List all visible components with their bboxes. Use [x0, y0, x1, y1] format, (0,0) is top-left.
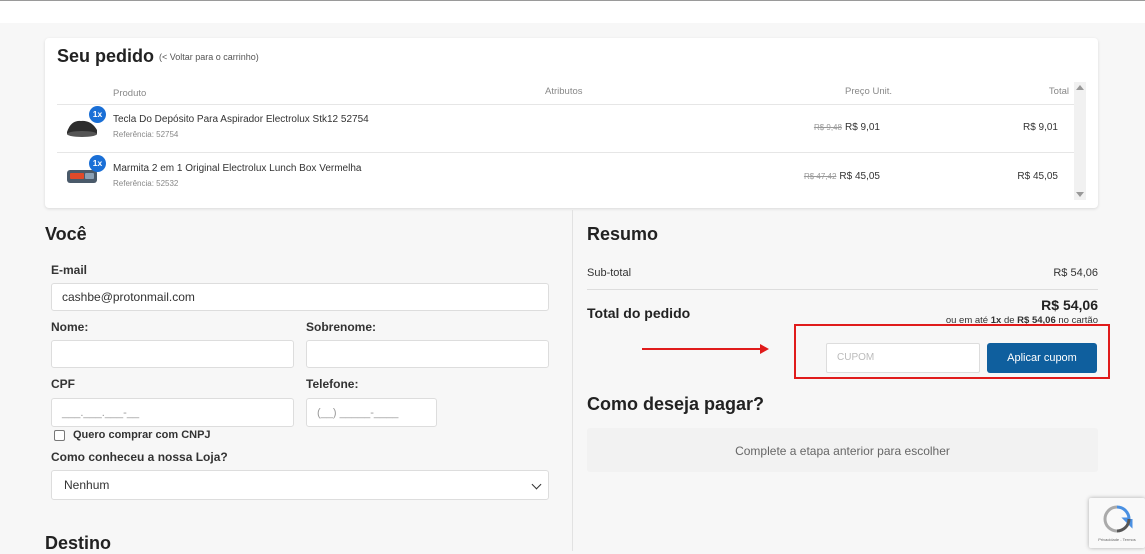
first-name-label: Nome:: [51, 320, 89, 334]
coupon-highlight-box: [794, 324, 1110, 379]
summary-title: Resumo: [587, 224, 659, 244]
table-row: 1x Marmita 2 em 1 Original Electrolux Lu…: [57, 153, 1074, 201]
payment-placeholder-box: Complete a etapa anterior para escolher: [587, 428, 1098, 472]
cnpj-checkbox[interactable]: [54, 430, 65, 441]
annotation-arrow-line: [642, 348, 762, 350]
current-price: R$ 45,05: [839, 171, 880, 182]
last-name-field[interactable]: [306, 340, 549, 368]
current-price: R$ 9,01: [844, 122, 880, 133]
quantity-badge: 1x: [89, 155, 106, 172]
header-total: Total: [1048, 86, 1069, 97]
first-name-field[interactable]: [51, 340, 294, 368]
table-row: 1x Tecla Do Depósito Para Aspirador Elec…: [57, 104, 1074, 152]
source-selected-value: Nenhum: [64, 478, 110, 492]
product-name: Marmita 2 em 1 Original Electrolux Lunch…: [113, 163, 362, 174]
product-name: Tecla Do Depósito Para Aspirador Electro…: [113, 114, 369, 125]
arrow-right-icon: [760, 344, 769, 354]
source-select[interactable]: Nenhum: [51, 470, 549, 500]
unit-price: R$ 47,42 R$ 45,05: [804, 171, 880, 182]
order-summary-card: Seu pedido (< Voltar para o carrinho) Pr…: [45, 38, 1098, 208]
quantity-badge: 1x: [89, 106, 106, 123]
header-product: Produto: [113, 88, 147, 99]
order-total-label: Total do pedido: [587, 305, 691, 321]
source-label: Como conheceu a nossa Loja?: [51, 450, 228, 464]
row-total: R$ 45,05: [1017, 171, 1058, 182]
summary-divider: [587, 289, 1098, 290]
cpf-mask: ___.___.___-__: [62, 407, 140, 419]
phone-label: Telefone:: [306, 377, 359, 391]
payment-message: Complete a etapa anterior para escolher: [735, 444, 950, 458]
subtotal-label: Sub-total: [587, 267, 632, 279]
cpf-field[interactable]: ___.___.___-__: [51, 398, 294, 427]
table-scrollbar[interactable]: [1074, 82, 1086, 200]
product-reference: Referência: 52532: [113, 179, 179, 188]
old-price: R$ 47,42: [803, 172, 837, 181]
subtotal-value: R$ 54,06: [1053, 267, 1098, 279]
old-price: R$ 9,48: [813, 123, 842, 132]
column-divider: [572, 210, 573, 551]
unit-price: R$ 9,48 R$ 9,01: [814, 122, 880, 133]
email-field[interactable]: cashbe@protonmail.com: [51, 283, 549, 311]
last-name-label: Sobrenome:: [306, 320, 377, 334]
back-to-cart-link[interactable]: (< Voltar para o carrinho): [159, 52, 259, 62]
payment-title: Como deseja pagar?: [587, 394, 765, 414]
scroll-down-icon[interactable]: [1076, 192, 1084, 197]
customer-section: Você E-mail cashbe@protonmail.com Nome: …: [45, 210, 560, 553]
phone-field[interactable]: (__) _____-____: [306, 398, 437, 427]
phone-mask: (__) _____-____: [317, 407, 399, 419]
cnpj-checkbox-label: Quero comprar com CNPJ: [73, 429, 211, 441]
row-total: R$ 9,01: [1022, 122, 1058, 133]
recaptcha-badge[interactable]: Privacidade - Termos: [1089, 498, 1145, 548]
chevron-down-icon: [531, 479, 542, 490]
order-total-value: R$ 54,06: [1041, 297, 1098, 313]
you-title: Você: [45, 224, 87, 244]
cpf-label: CPF: [51, 377, 75, 391]
scroll-up-icon[interactable]: [1076, 85, 1084, 90]
email-label: E-mail: [51, 263, 88, 277]
recaptcha-icon: [1103, 505, 1133, 533]
summary-section: Resumo Sub-total R$ 54,06 Total do pedid…: [587, 210, 1098, 551]
recaptcha-text[interactable]: Privacidade - Termos: [1089, 537, 1145, 542]
order-title: Seu pedido: [57, 46, 155, 66]
product-reference: Referência: 52754: [113, 130, 179, 139]
header-attributes: Atributos: [545, 86, 583, 97]
header-unit-price: Preço Unit.: [845, 86, 892, 97]
top-band: [0, 1, 1145, 23]
